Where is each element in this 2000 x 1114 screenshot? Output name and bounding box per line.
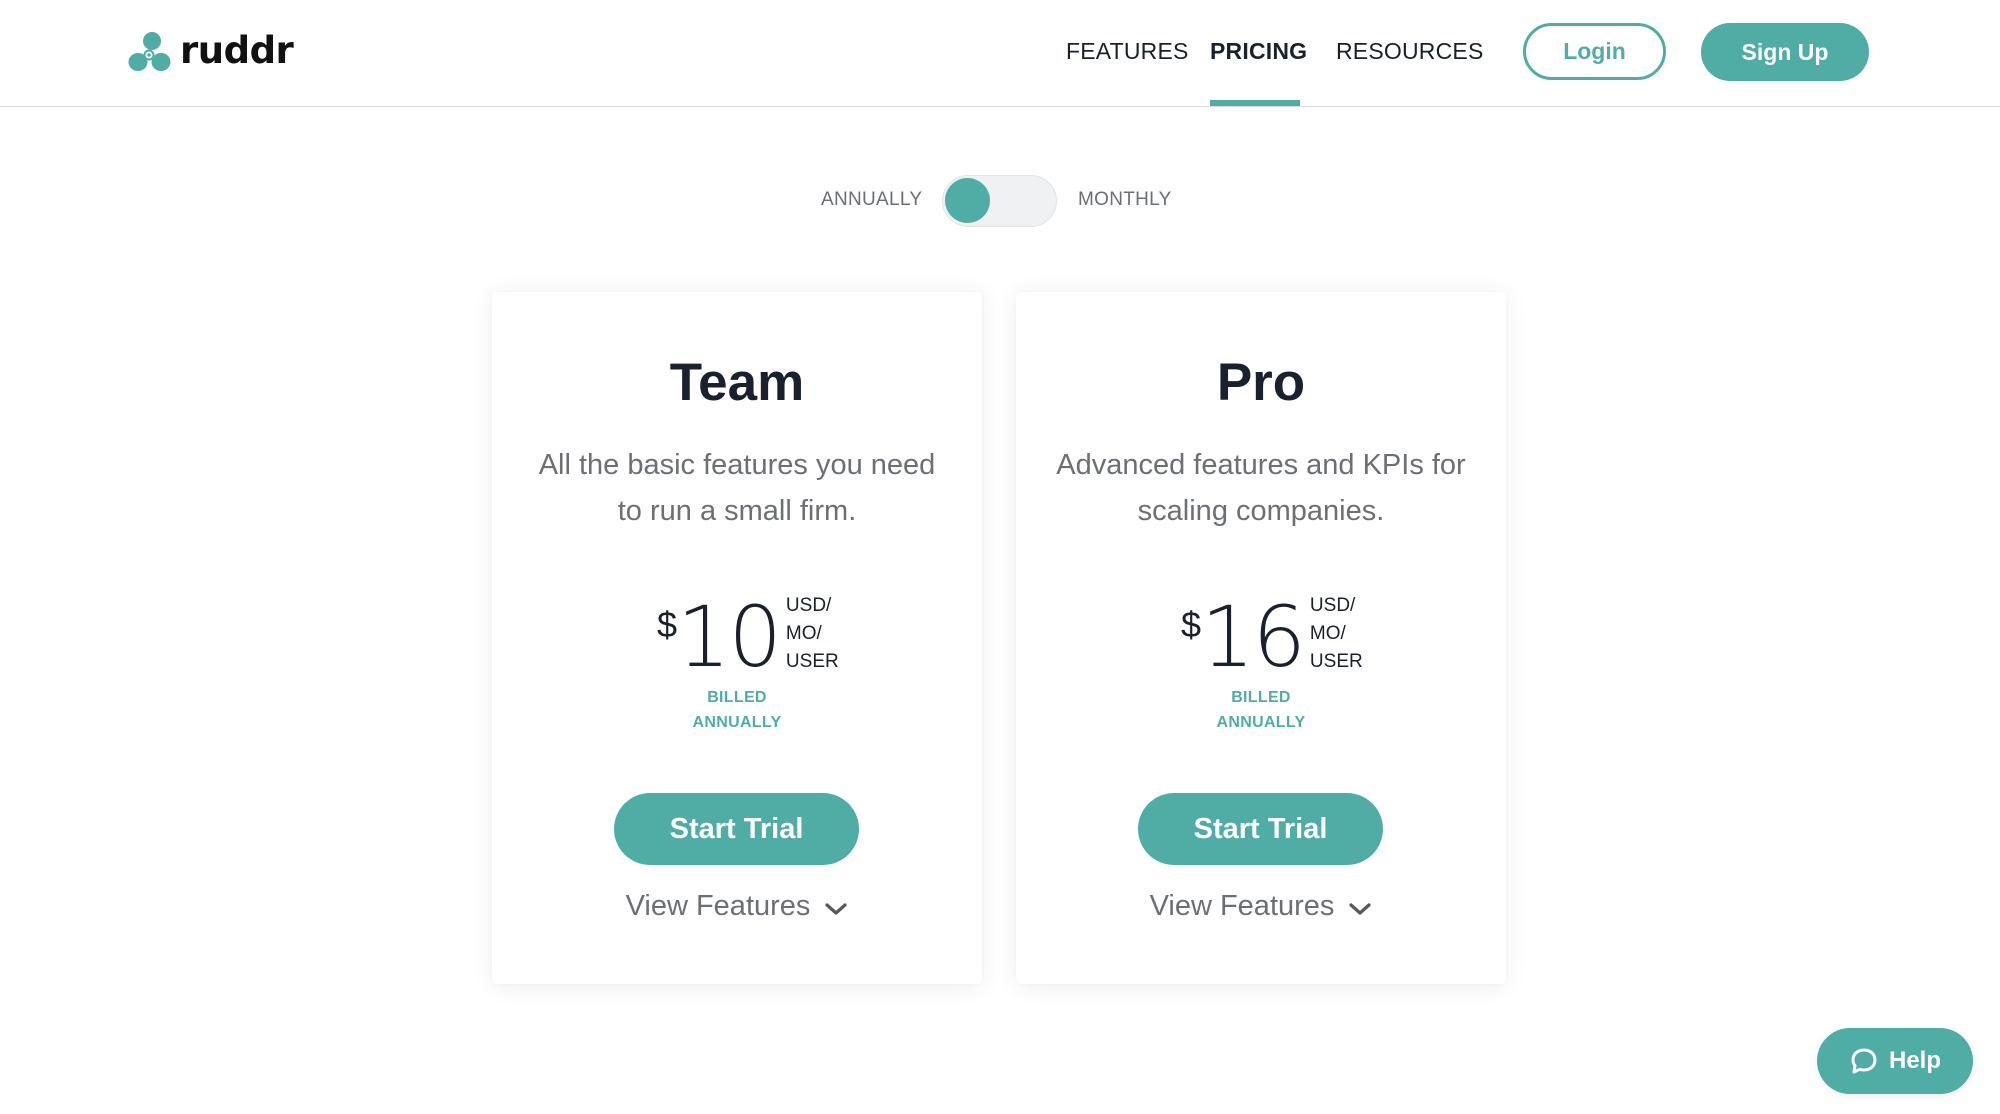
price-unit: USD/ MO/ USER — [786, 592, 839, 676]
plan-card-team: Team All the basic features you need to … — [492, 292, 982, 984]
toggle-knob[interactable] — [945, 178, 990, 223]
currency-symbol: $ — [1181, 604, 1202, 645]
billing-toggle-row: ANNUALLY MONTHLY — [0, 175, 2000, 227]
plan-description: All the basic features you need to run a… — [538, 449, 936, 527]
login-button[interactable]: Login — [1523, 23, 1666, 80]
plan-title: Pro — [1216, 353, 1306, 412]
billing-note: BILLED ANNUALLY — [1016, 685, 1506, 735]
start-trial-button[interactable]: Start Trial — [614, 793, 859, 865]
signup-button[interactable]: Sign Up — [1701, 23, 1869, 81]
start-trial-button[interactable]: Start Trial — [1138, 793, 1383, 865]
site-header: ruddr FEATURES PRICING RESOURCES Login S… — [0, 0, 2000, 107]
chevron-down-icon — [1349, 902, 1372, 915]
unit-line: USER — [1309, 651, 1363, 672]
billing-note-line: ANNUALLY — [1216, 714, 1306, 731]
view-features-toggle[interactable]: View Features — [492, 890, 982, 923]
unit-line: USD/ — [785, 595, 832, 616]
nav-resources[interactable]: RESOURCES — [1336, 38, 1484, 65]
plan-price: $ 10 USD/ MO/ USER — [492, 592, 982, 682]
propeller-logo-icon — [128, 32, 171, 71]
price-amount: 10 — [677, 588, 782, 686]
price-unit: USD/ MO/ USER — [1310, 592, 1363, 676]
view-features-toggle[interactable]: View Features — [1016, 890, 1506, 923]
help-label: Help — [1888, 1047, 1941, 1074]
help-button[interactable]: Help — [1817, 1028, 1973, 1094]
view-features-label: View Features — [625, 890, 811, 922]
active-nav-indicator — [1210, 100, 1300, 106]
unit-line: MO/ — [1309, 623, 1346, 644]
billing-note-line: ANNUALLY — [692, 714, 782, 731]
unit-line: USD/ — [1309, 595, 1356, 616]
nav-pricing[interactable]: PRICING — [1210, 38, 1307, 65]
chat-bubble-icon — [1851, 1048, 1877, 1074]
currency-symbol: $ — [657, 604, 678, 645]
unit-line: MO/ — [785, 623, 822, 644]
monthly-label[interactable]: MONTHLY — [1078, 189, 1172, 211]
plan-description: Advanced features and KPIs for scaling c… — [1056, 449, 1466, 527]
logo[interactable]: ruddr — [128, 28, 294, 73]
nav-features[interactable]: FEATURES — [1066, 38, 1189, 65]
unit-line: USER — [785, 651, 839, 672]
annually-label[interactable]: ANNUALLY — [821, 189, 922, 211]
billing-note-line: BILLED — [1231, 689, 1291, 706]
price-amount: 16 — [1201, 588, 1306, 686]
plan-title: Team — [669, 353, 805, 412]
plan-price: $ 16 USD/ MO/ USER — [1016, 592, 1506, 682]
billing-note: BILLED ANNUALLY — [492, 685, 982, 735]
plan-card-pro: Pro Advanced features and KPIs for scali… — [1016, 292, 1506, 984]
logo-text: ruddr — [180, 28, 294, 72]
view-features-label: View Features — [1149, 890, 1335, 922]
billing-period-toggle[interactable] — [942, 175, 1057, 227]
billing-note-line: BILLED — [707, 689, 767, 706]
chevron-down-icon — [825, 902, 848, 915]
